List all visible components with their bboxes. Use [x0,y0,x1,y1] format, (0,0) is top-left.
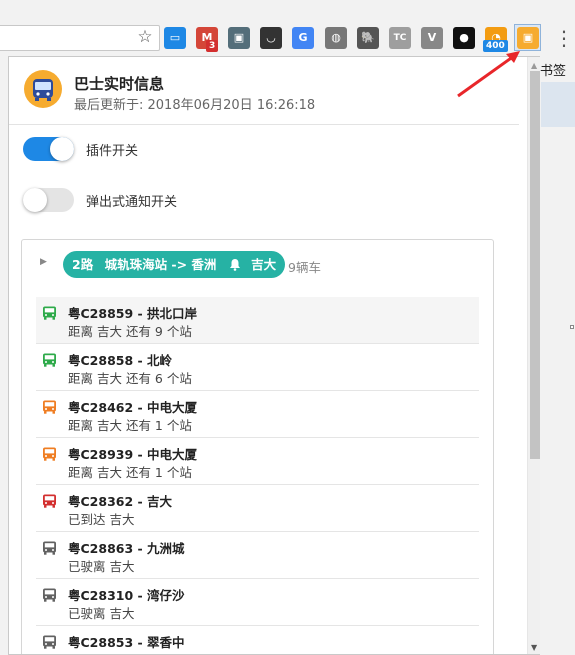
plugin-toggle-label: 插件开关 [86,144,139,159]
bus-icon [43,400,56,414]
bus-icon [43,306,56,320]
translate-icon[interactable]: G [292,27,314,49]
bus-plate: 粤C28859 - 拱北口岸 [68,306,198,321]
notify-switch-row: 弹出式通知开关 [23,188,503,212]
bus-app-icon [24,70,62,108]
route-direction: 城轨珠海站 -> 香洲 [104,257,217,272]
image-icon[interactable]: ▣ [228,27,250,49]
bus-status: 距离 吉大 还有 9 个站 [68,324,192,339]
bus-row[interactable]: 粤C28939 - 中电大厦 距离 吉大 还有 1 个站 [36,438,479,485]
bus-plate: 粤C28853 - 翠香中 [68,635,185,650]
route-header[interactable]: ▶ 2路 城轨珠海站 -> 香洲 吉大 9辆车 [22,240,493,290]
bus-row[interactable]: 粤C28863 - 九洲城 已驶离 吉大 [36,532,479,579]
pocket-icon[interactable]: ◡ [260,27,282,49]
bus-plate: 粤C28362 - 吉大 [68,494,173,509]
plugin-toggle[interactable] [23,137,74,161]
bus-icon [43,447,56,461]
bookmarks-label[interactable]: 书签 [540,60,566,79]
route-chip[interactable]: 2路 城轨珠海站 -> 香洲 吉大 [63,251,286,278]
notification-toggle[interactable] [23,188,74,212]
bus-row[interactable]: 粤C28462 - 中电大厦 距离 吉大 还有 1 个站 [36,391,479,438]
bus-icon [43,588,56,602]
github-icon[interactable]: ● [453,27,475,49]
bus-status: 距离 吉大 还有 6 个站 [68,371,192,386]
bus-count: 9辆车 [288,260,321,275]
scroll-up-icon[interactable]: ▲ [531,61,537,70]
bus-plate: 粤C28310 - 湾仔沙 [68,588,185,603]
vue-icon[interactable]: V [421,27,443,49]
route-card: ▶ 2路 城轨珠海站 -> 香洲 吉大 9辆车 粤C28859 - 拱北口岸 距离… [21,239,494,654]
bus-status: 已到达 吉大 [68,512,135,527]
bus-row[interactable]: 粤C28858 - 北岭距离 吉大 还有 6 个站 [36,344,479,391]
route-line: 2路 [72,257,94,272]
bus-status: 距离 吉大 还有 1 个站 [68,465,192,480]
expand-caret-icon[interactable]: ▶ [40,257,47,267]
tab-manager-icon[interactable]: ▭ [164,27,186,49]
bus-status: 已驶离 吉大 [68,650,134,654]
bus-plate: 粤C28462 - 中电大厦 [68,400,198,415]
bus-plate: 粤C28863 - 九洲城 [68,541,185,556]
bus-extension-icon[interactable]: ▣ [517,27,539,49]
bookmark-star-icon[interactable]: ☆ [136,27,154,47]
popup-title: 巴士实时信息 [74,75,165,93]
scrollbar-thumb[interactable] [530,71,540,459]
magnify-icon[interactable]: ◍ [325,27,347,49]
bell-icon [229,251,241,278]
resize-handle [570,325,574,329]
bus-status: 距离 吉大 还有 1 个站 [68,418,192,433]
bus-icon [43,541,56,555]
annotation-arrow-icon [457,51,520,98]
bus-row[interactable]: 粤C28310 - 湾仔沙 已驶离 吉大 [36,579,479,626]
bus-plate: 粤C28858 - 北岭 [68,353,173,368]
last-updated-text: 最后更新于: 2018年06月20日 16:26:18 [74,98,316,113]
notification-toggle-label: 弹出式通知开关 [86,195,178,210]
bus-icon [43,353,56,367]
tc-icon[interactable]: TC [389,27,411,49]
bus-plate: 粤C28939 - 中电大厦 [68,447,198,462]
popup-scrollbar[interactable]: ▲ ▼ [527,57,540,654]
plugin-switch-row: 插件开关 [23,137,503,161]
browser-menu-icon[interactable]: ⋮ [554,26,574,50]
bus-row[interactable]: 粤C28362 - 吉大 已到达 吉大 [36,485,479,532]
extension-popup: 巴士实时信息 最后更新于: 2018年06月20日 16:26:18 插件开关 … [8,56,540,655]
page-background [541,82,575,127]
bus-status: 已驶离 吉大 [68,559,135,574]
scroll-down-icon[interactable]: ▼ [531,643,537,652]
bus-row[interactable]: 粤C28853 - 翠香中已驶离 吉大 [36,626,479,654]
bus-icon [43,494,56,508]
evernote-icon[interactable]: 🐘 [357,27,379,49]
gmail-badge: 3 [206,40,219,52]
route-stop: 吉大 [251,257,277,272]
bus-icon [43,635,56,649]
bus-row[interactable]: 粤C28859 - 拱北口岸 距离 吉大 还有 9 个站 [36,297,479,344]
bus-status: 已驶离 吉大 [68,606,135,621]
